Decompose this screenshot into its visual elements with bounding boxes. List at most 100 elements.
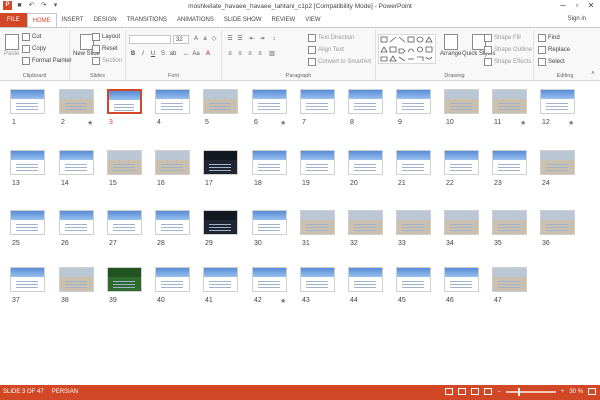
align-right-icon[interactable]: ≡: [246, 50, 254, 58]
bullets-icon[interactable]: ☰: [226, 35, 234, 43]
slide-thumbnail[interactable]: [107, 267, 142, 292]
tab-transitions[interactable]: TRANSITIONS: [122, 13, 172, 27]
columns-icon[interactable]: ▥: [268, 50, 276, 58]
zoom-in-button[interactable]: +: [561, 389, 565, 395]
cut-button[interactable]: Cut: [22, 33, 41, 41]
slide-thumbnail[interactable]: [252, 267, 287, 292]
slideshow-view-icon[interactable]: [484, 388, 493, 395]
justify-icon[interactable]: ≡: [256, 50, 264, 58]
shadow-icon[interactable]: S: [159, 50, 167, 58]
copy-button[interactable]: Copy: [22, 45, 46, 53]
slide-thumbnail[interactable]: [444, 210, 479, 235]
bold-icon[interactable]: B: [129, 50, 137, 58]
slide-thumbnail[interactable]: [348, 89, 383, 114]
slide-thumbnail[interactable]: [155, 150, 190, 175]
shrink-font-icon[interactable]: a: [201, 35, 209, 43]
normal-view-icon[interactable]: [445, 388, 454, 395]
slide-thumbnail[interactable]: [300, 267, 335, 292]
slide-thumbnail[interactable]: [492, 267, 527, 292]
reset-button[interactable]: Reset: [92, 45, 118, 53]
format-painter-button[interactable]: Format Painter: [22, 57, 72, 65]
shape-effects-button[interactable]: Shape Effects: [484, 58, 531, 66]
shape-fill-button[interactable]: Shape Fill: [484, 34, 521, 42]
zoom-out-button[interactable]: −: [497, 389, 501, 395]
slide-thumbnail[interactable]: [59, 89, 94, 114]
tab-design[interactable]: DESIGN: [89, 13, 122, 27]
slide-thumbnail[interactable]: [492, 210, 527, 235]
slide-thumbnail[interactable]: [348, 210, 383, 235]
slide-thumbnail[interactable]: [155, 267, 190, 292]
align-text-button[interactable]: Align Text: [308, 46, 344, 54]
slide-thumbnail[interactable]: [107, 150, 142, 175]
shape-outline-button[interactable]: Shape Outline: [484, 46, 532, 54]
font-name-box[interactable]: [129, 35, 171, 44]
slide-thumbnail[interactable]: [203, 267, 238, 292]
slide-thumbnail[interactable]: [492, 150, 527, 175]
decrease-indent-icon[interactable]: ⇤: [248, 35, 256, 43]
slide-thumbnail[interactable]: [300, 210, 335, 235]
reading-view-icon[interactable]: [471, 388, 480, 395]
tab-file[interactable]: FILE: [0, 13, 27, 27]
italic-icon[interactable]: I: [139, 50, 147, 58]
line-spacing-icon[interactable]: ↕: [270, 35, 278, 43]
tab-insert[interactable]: INSERT: [57, 13, 89, 27]
slide-thumbnail[interactable]: [540, 89, 575, 114]
strikethrough-icon[interactable]: ab: [169, 50, 177, 58]
layout-button[interactable]: Layout: [92, 33, 120, 41]
align-center-icon[interactable]: ≡: [236, 50, 244, 58]
slide-thumbnail[interactable]: [59, 210, 94, 235]
text-direction-button[interactable]: Text Direction: [308, 34, 354, 42]
slide-thumbnail[interactable]: [492, 89, 527, 114]
slide-thumbnail[interactable]: [10, 150, 45, 175]
zoom-slider-thumb[interactable]: [517, 387, 520, 396]
shapes-gallery[interactable]: [378, 34, 436, 64]
slide-thumbnail[interactable]: [396, 210, 431, 235]
slide-thumbnail[interactable]: [396, 89, 431, 114]
slide-thumbnail[interactable]: [59, 267, 94, 292]
convert-smartart-button[interactable]: Convert to SmartArt: [308, 58, 371, 66]
slide-thumbnail[interactable]: [348, 267, 383, 292]
collapse-ribbon-icon[interactable]: ˄: [589, 70, 597, 78]
align-left-icon[interactable]: ≡: [226, 50, 234, 58]
slide-thumbnail[interactable]: [300, 150, 335, 175]
slide-thumbnail[interactable]: [348, 150, 383, 175]
slide-thumbnail[interactable]: [203, 89, 238, 114]
slide-thumbnail[interactable]: [107, 210, 142, 235]
slide-thumbnail[interactable]: [444, 150, 479, 175]
find-button[interactable]: Find: [538, 34, 560, 42]
slide-thumbnail[interactable]: [444, 89, 479, 114]
slide-thumbnail[interactable]: [10, 210, 45, 235]
tab-view[interactable]: VIEW: [300, 13, 325, 27]
change-case-icon[interactable]: Aa: [192, 50, 200, 58]
slide-thumbnail[interactable]: [155, 89, 190, 114]
slide-thumbnail[interactable]: [396, 150, 431, 175]
slide-thumbnail[interactable]: [10, 267, 45, 292]
tab-home[interactable]: HOME: [26, 13, 57, 27]
restore-button[interactable]: ▫: [570, 0, 584, 12]
slide-thumbnail[interactable]: [540, 210, 575, 235]
slide-sorter-view-icon[interactable]: [458, 388, 467, 395]
underline-icon[interactable]: U: [149, 50, 157, 58]
slide-thumbnail[interactable]: [203, 210, 238, 235]
tab-animations[interactable]: ANIMATIONS: [172, 13, 219, 27]
slide-thumbnail[interactable]: [155, 210, 190, 235]
select-button[interactable]: Select: [538, 58, 565, 66]
zoom-slider[interactable]: [505, 387, 556, 396]
numbering-icon[interactable]: ☰: [236, 35, 244, 43]
language-indicator[interactable]: PERSIAN: [52, 389, 78, 395]
slide-thumbnail[interactable]: [300, 89, 335, 114]
zoom-level[interactable]: 30 %: [569, 389, 583, 395]
sign-in-link[interactable]: Sign in: [568, 16, 586, 22]
font-color-icon[interactable]: A: [204, 50, 212, 58]
slide-thumbnail[interactable]: [107, 89, 142, 114]
replace-button[interactable]: Replace: [538, 46, 570, 54]
section-button[interactable]: Section: [92, 57, 122, 65]
slide-thumbnail[interactable]: [59, 150, 94, 175]
slide-thumbnail[interactable]: [203, 150, 238, 175]
slide-thumbnail[interactable]: [540, 150, 575, 175]
minimize-button[interactable]: ─: [556, 0, 570, 12]
clear-format-icon[interactable]: ◇: [210, 35, 218, 43]
slide-thumbnail[interactable]: [444, 267, 479, 292]
tab-review[interactable]: REVIEW: [267, 13, 301, 27]
slide-thumbnail[interactable]: [10, 89, 45, 114]
